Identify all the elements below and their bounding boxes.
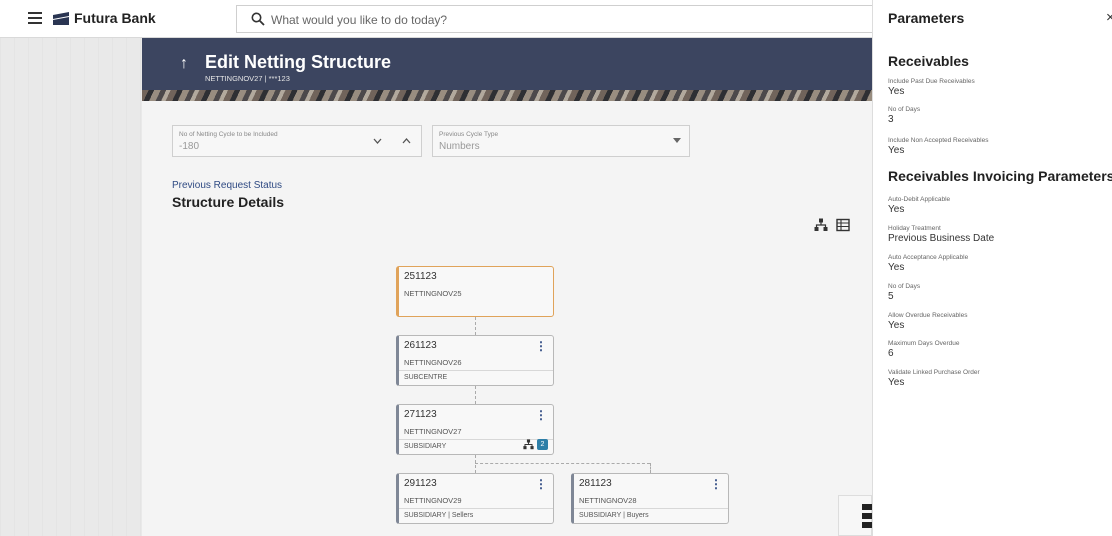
param-label: Auto-Debit Applicable [888,196,951,203]
zoom-controls-icon[interactable] [862,504,872,536]
tree-node-root[interactable]: 251123 NETTINGNOV25 [396,266,554,317]
child-count-badge[interactable]: 2 [537,439,548,450]
table-view-icon[interactable] [836,218,850,232]
tree-connector [475,455,476,473]
param-value: Yes [888,377,905,388]
page-subtitle: NETTINGNOV27 | ***123 [205,74,290,83]
previous-cycle-type-label: Previous Cycle Type [439,131,499,138]
more-options-icon[interactable]: ⋮ [535,339,547,353]
node-type: SUBSIDIARY [404,443,447,450]
caret-down-icon [673,138,681,143]
node-type: SUBSIDIARY | Sellers [404,512,474,519]
param-value: 5 [888,291,894,302]
divider [574,508,728,509]
param-label: Auto Acceptance Applicable [888,254,969,261]
node-code: 271123 [404,409,437,420]
param-value: Yes [888,86,905,97]
more-options-icon[interactable]: ⋮ [535,477,547,491]
receivables-heading: Receivables [888,53,969,69]
previous-request-status-link[interactable]: Previous Request Status [172,180,282,191]
back-arrow-icon[interactable]: ↑ [180,55,188,73]
panel-title: Parameters [888,10,965,26]
node-code: 261123 [404,340,437,351]
chevron-down-icon[interactable] [373,138,382,144]
param-label: Allow Overdue Receivables [888,312,968,319]
param-label: Include Non Accepted Receivables [888,137,989,144]
param-value: Yes [888,145,905,156]
left-gutter [0,38,142,536]
tree-node[interactable]: 281123 ⋮ NETTINGNOV28 SUBSIDIARY | Buyer… [571,473,729,524]
page-title: Edit Netting Structure [205,52,392,72]
brand-name[interactable]: Futura Bank [74,10,156,26]
search-icon [251,12,265,26]
tree-connector [650,463,651,473]
node-type: SUBSIDIARY | Buyers [579,512,649,519]
previous-cycle-type-select[interactable]: Previous Cycle Type Numbers [432,125,690,157]
param-value: Yes [888,320,905,331]
close-icon[interactable]: × [1106,9,1112,26]
content-area [142,101,872,536]
param-label: No of Days [888,106,921,113]
param-label: Maximum Days Overdue [888,340,960,347]
structure-details-title: Structure Details [172,194,285,210]
chevron-up-icon[interactable] [402,138,411,144]
tree-node[interactable]: 291123 ⋮ NETTINGNOV29 SUBSIDIARY | Selle… [396,473,554,524]
param-value: Previous Business Date [888,233,995,244]
node-name: NETTINGNOV25 [404,289,462,298]
tree-node[interactable]: 271123 ⋮ NETTINGNOV27 SUBSIDIARY 2 [396,404,554,455]
netting-cycle-value: -180 [179,141,200,152]
node-code: 251123 [404,271,437,282]
parameters-panel: Parameters × Receivables Include Past Du… [872,0,1112,536]
tree-connector [475,463,650,464]
tree-connector [475,386,476,404]
node-name: NETTINGNOV28 [579,496,637,505]
more-options-icon[interactable]: ⋮ [710,477,722,491]
param-label: Holiday Treatment [888,225,941,232]
param-label: Include Past Due Receivables [888,78,975,85]
invoicing-heading: Receivables Invoicing Parameters [888,168,1112,184]
param-value: 6 [888,348,894,359]
org-chart-view-icon[interactable] [814,218,828,232]
param-value: Yes [888,262,905,273]
more-options-icon[interactable]: ⋮ [535,408,547,422]
bank-logo-icon [53,12,69,25]
node-code: 291123 [404,478,437,489]
node-name: NETTINGNOV26 [404,358,462,367]
tree-node[interactable]: 261123 ⋮ NETTINGNOV26 SUBCENTRE [396,335,554,386]
search-bar[interactable]: What would you like to do today? [236,5,872,33]
param-label: No of Days [888,283,921,290]
node-name: NETTINGNOV29 [404,496,462,505]
divider [399,508,553,509]
node-code: 281123 [579,478,612,489]
node-type: SUBCENTRE [404,374,448,381]
menu-icon[interactable] [28,12,42,24]
param-label: Validate Linked Purchase Order [888,369,980,376]
hierarchy-icon[interactable] [523,439,534,450]
node-name: NETTINGNOV27 [404,427,462,436]
param-value: Yes [888,204,905,215]
divider [399,370,553,371]
netting-cycle-field[interactable]: No of Netting Cycle to be Included -180 [172,125,422,157]
netting-cycle-label: No of Netting Cycle to be Included [179,131,278,138]
tree-connector [475,317,476,335]
previous-cycle-type-value: Numbers [439,141,480,152]
search-placeholder: What would you like to do today? [271,13,448,27]
top-bar: Futura Bank What would you like to do to… [0,0,872,38]
param-value: 3 [888,114,894,125]
